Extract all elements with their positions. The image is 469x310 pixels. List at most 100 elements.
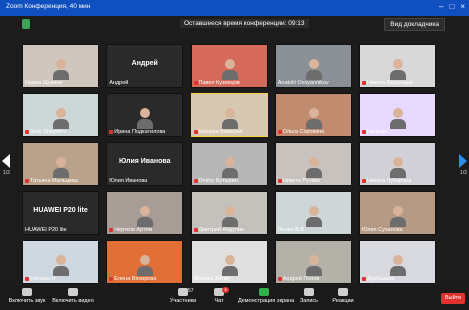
previous-page-icon[interactable] [2,154,10,168]
participant-tile[interactable]: HUAWEI P20 lite HUAWEI P20 lite [22,191,99,235]
zoom-window: Zoom Конференция, 40 мин – □ × Оставшеес… [0,0,469,310]
participant-video [221,108,238,129]
participant-tile[interactable]: Катюша Валерия [190,93,268,137]
participant-video [305,255,322,276]
participant-tile[interactable]: Юлия Суханова [359,191,436,235]
participant-video [390,255,406,276]
muted-mic-icon [109,228,114,232]
participant-name: Елена Вяхирева [114,276,157,282]
view-switch-button[interactable]: Вид докладчика [384,18,445,31]
participant-tile[interactable]: Anatolii Ovsyannikov [274,44,352,88]
participant-tile[interactable]: Евгения [359,93,436,137]
participant-name: Ирина Щукина [25,80,63,86]
participant-name: Наташа Н [30,276,56,282]
participant-video [305,206,322,227]
participant-tile[interactable]: Юлия Иванова Юлия Иванова [106,142,184,186]
participant-tile[interactable]: Никита Ручкин [274,142,352,186]
page-indicator-left: 1/2 [3,170,10,176]
meeting-bar: Оставшееся время конференции: 09:13 Вид … [0,16,469,32]
participant-video [53,59,69,80]
maximize-icon[interactable]: □ [449,2,454,12]
muted-mic-icon [193,228,198,232]
leave-button[interactable]: Выйти [441,293,465,304]
participant-video [221,206,238,227]
participant-center-label: HUAWEI P20 lite [33,207,88,214]
participant-name: Татьяна Мальцева [30,178,78,184]
participant-tile[interactable]: Никита Чубарцев [359,142,436,186]
participant-tile[interactable]: Чертков Артем [106,191,184,235]
muted-mic-icon [193,130,198,134]
participant-tile[interactable]: Gleb Shepelev [22,93,99,137]
participant-tile[interactable]: Дмитрий Абдулин [190,191,268,235]
participant-video [390,157,406,178]
muted-mic-icon [277,130,282,134]
participant-tile[interactable]: Максим Зотин [190,240,268,284]
participant-name: Катюша Валерия [198,129,243,135]
participant-video [221,157,238,178]
chat-badge: 4 [222,287,229,293]
title-bar: Zoom Конференция, 40 мин – □ × [0,0,469,16]
participant-center-label: Юлия Иванова [118,158,171,165]
participant-name: Дмитрий Абдулин [198,227,245,233]
unmute-button[interactable]: Включить звук [6,288,48,304]
share-screen-button[interactable]: Демонстрация экрана [238,288,294,304]
participant-name: Андрей [109,80,129,86]
muted-mic-icon [193,179,198,183]
muted-mic-icon [362,277,366,281]
participant-video [305,59,322,80]
page-indicator-right: 1/2 [460,170,467,176]
muted-mic-icon [277,277,282,281]
participant-center-label: Андрей [131,60,158,67]
gallery-grid: Ирина Щукина Андрей Андрей Павел Кузнецов An… [22,44,448,286]
participant-name: Дробышев [367,276,395,282]
participant-name: Ирина Подкатилова [114,129,166,135]
participant-tile[interactable]: Елена Вяхирева [106,240,184,284]
participant-name: Anatolii Ovsyannikov [277,80,329,86]
shield-icon[interactable] [22,19,30,29]
camera-icon [68,288,78,296]
chat-button[interactable]: 4 Чат [198,287,240,304]
next-page-icon[interactable] [459,154,467,168]
participant-tile[interactable]: Никита Бешенцев [359,44,436,88]
window-controls: – □ × [439,2,465,12]
participant-video [137,108,154,129]
participant-tile[interactable]: Татьяна Мальцева [22,142,99,186]
participant-tile[interactable]: Ольга Сорокина [274,93,352,137]
participant-name: Ольга Сорокина [282,129,325,135]
participant-name: Евгения [367,129,388,135]
participant-tile[interactable]: Dmitry Бутырин [190,142,268,186]
participant-tile[interactable]: Павел Кузнецов [190,44,268,88]
muted-mic-icon [362,130,366,134]
participant-video [53,108,69,129]
participant-video [53,255,69,276]
muted-mic-icon [25,277,29,281]
participant-tile[interactable]: Ирина Щукина [22,44,99,88]
muted-mic-icon [277,179,282,183]
record-icon [304,288,314,296]
participant-name: Никита Бешенцев [367,80,413,86]
participant-name: HUAWEI P20 lite [25,227,67,233]
reactions-button[interactable]: Реакции [322,288,364,304]
participant-name: Dmitry Бутырин [198,178,238,184]
muted-mic-icon [25,130,29,134]
people-icon [178,288,188,296]
muted-mic-icon [109,277,114,281]
participant-video [137,255,154,276]
participant-name: Лялин В.В. [277,227,306,233]
participant-tile[interactable]: Андрей Андрей [106,44,184,88]
participant-tile[interactable]: Ирина Подкатилова [106,93,184,137]
start-video-button[interactable]: Включить видео [52,288,94,304]
minimize-icon[interactable]: – [439,2,443,12]
close-icon[interactable]: × [460,2,465,12]
participant-tile[interactable]: Лялин В.В. [274,191,352,235]
window-title: Zoom Конференция, 40 мин [6,3,91,10]
participant-name: Павел Кузнецов [198,80,240,86]
participant-tile[interactable]: Андрей Попов [274,240,352,284]
participant-tile[interactable]: Дробышев [359,240,436,284]
participant-video [305,108,322,129]
microphone-icon [22,288,32,296]
participant-tile[interactable]: Наташа Н [22,240,99,284]
participant-name: Чертков Артем [114,227,153,233]
muted-mic-icon [109,130,114,134]
reaction-icon [338,288,348,296]
